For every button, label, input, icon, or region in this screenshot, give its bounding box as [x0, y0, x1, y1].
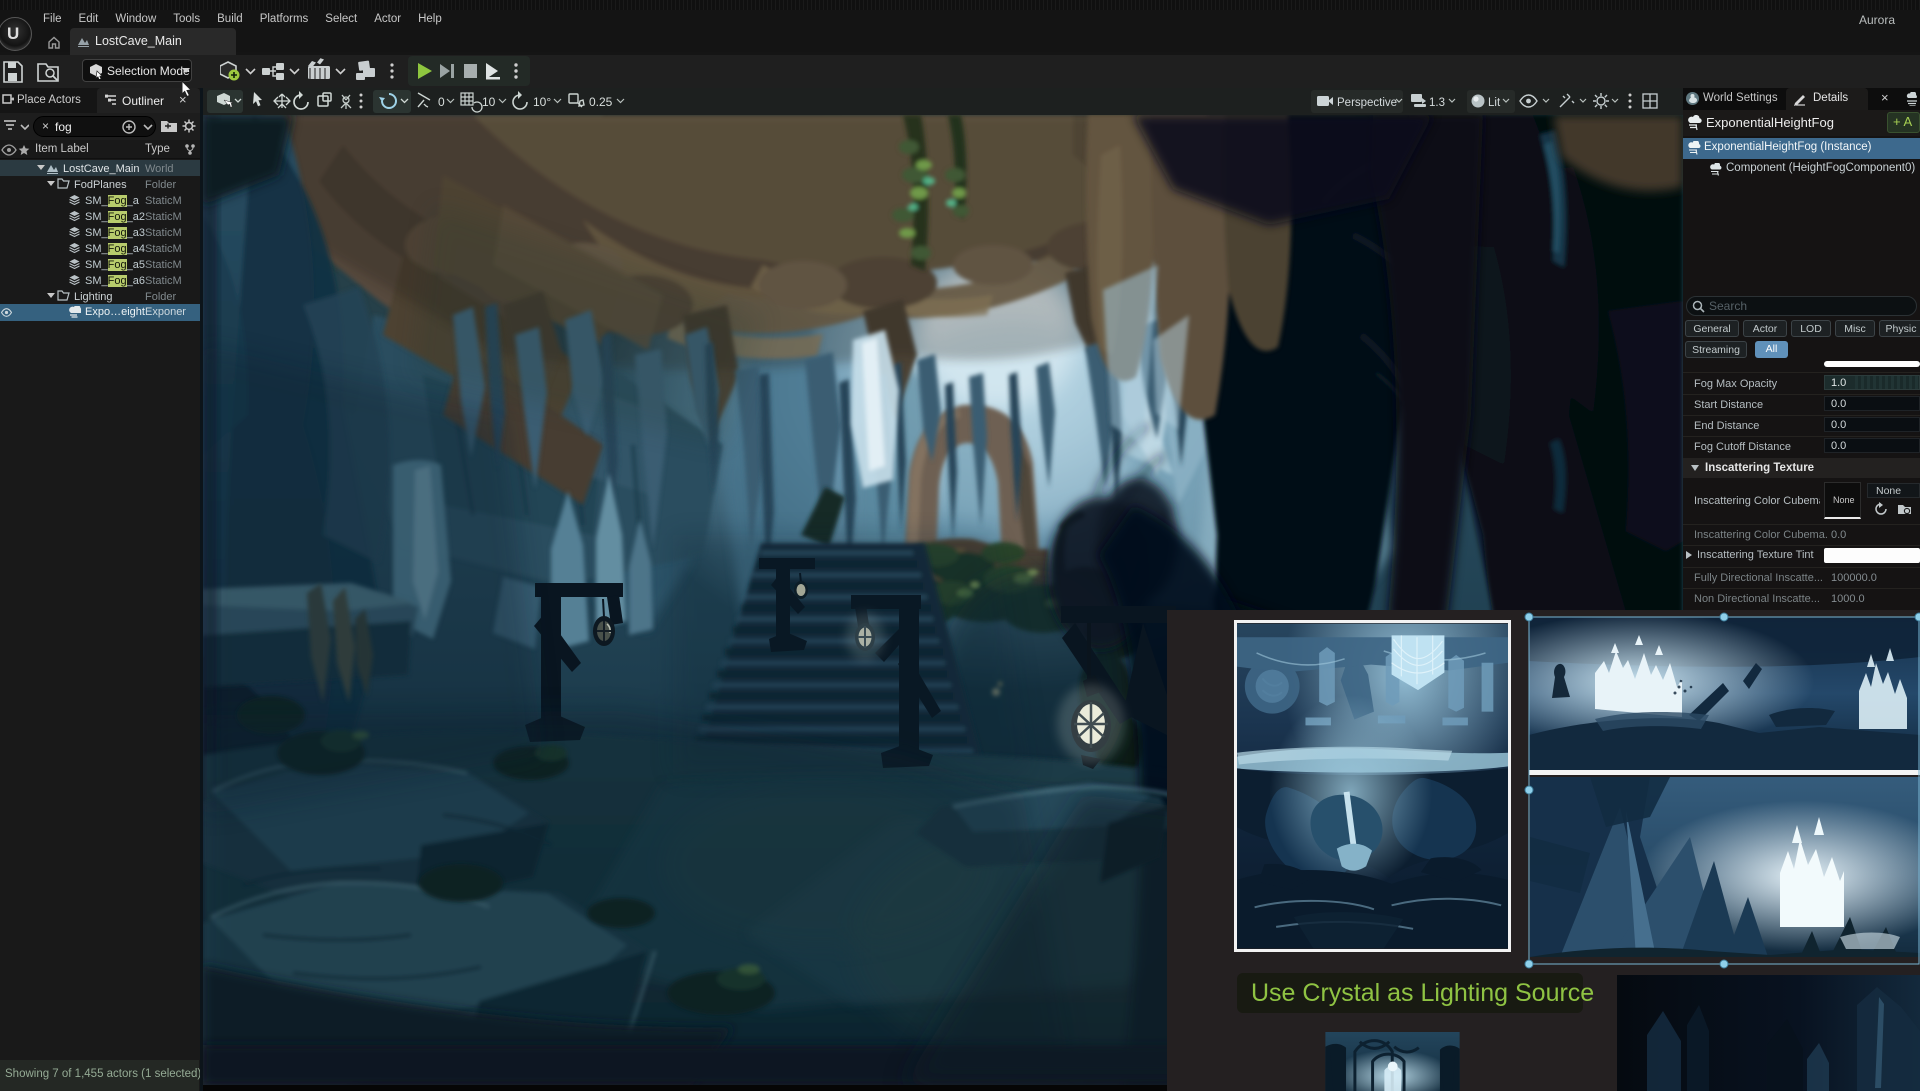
svg-text:Perspective: Perspective	[1337, 97, 1397, 109]
svg-text:Lit: Lit	[1488, 97, 1501, 109]
svg-text:10: 10	[482, 95, 496, 109]
svg-text:10°: 10°	[533, 95, 551, 109]
svg-text:0: 0	[438, 95, 445, 109]
svg-text:0.25: 0.25	[589, 95, 613, 109]
svg-text:1.3: 1.3	[1429, 97, 1445, 109]
